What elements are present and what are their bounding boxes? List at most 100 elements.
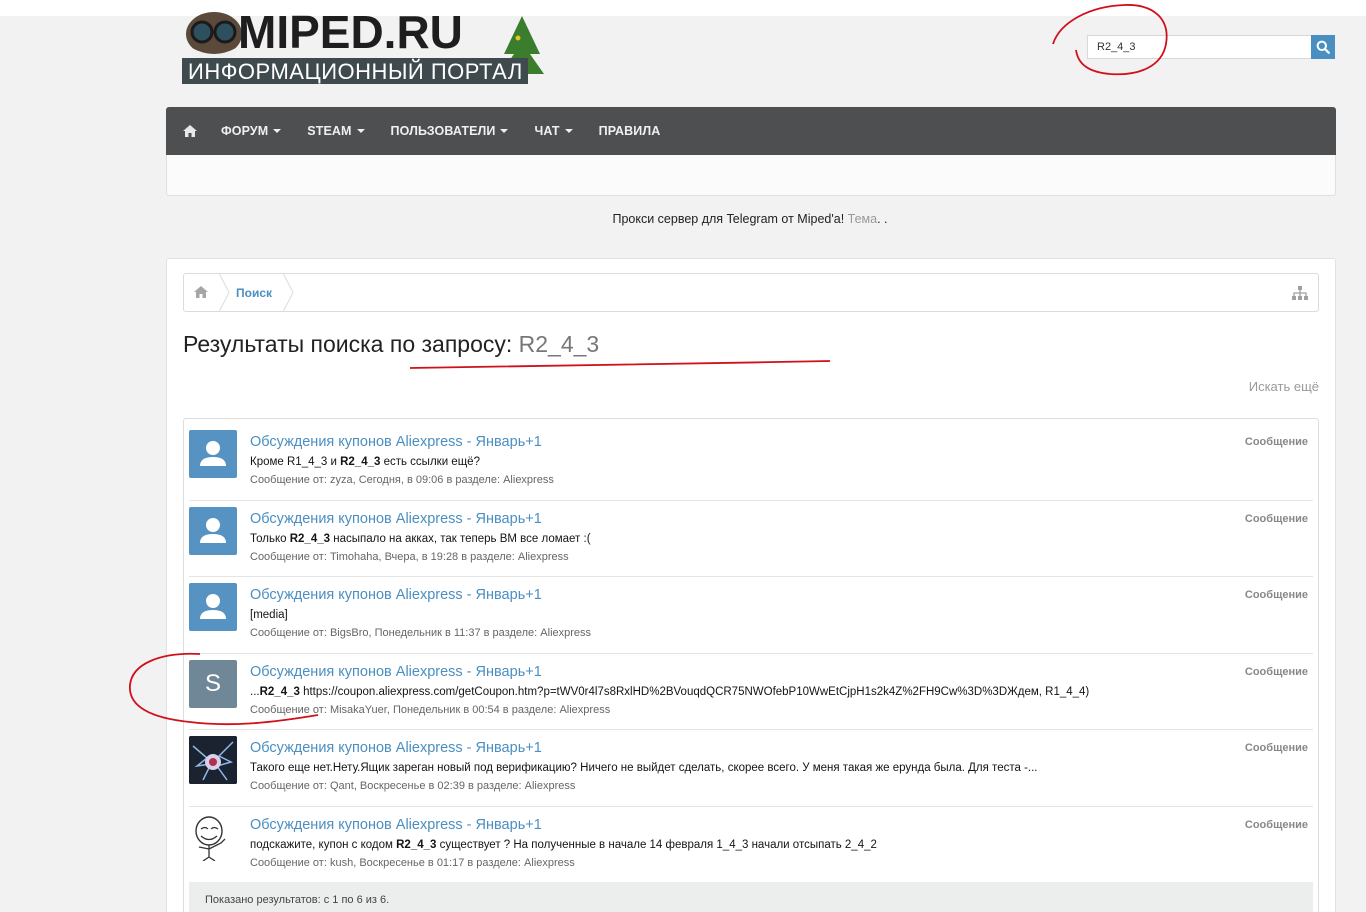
user-icon — [200, 441, 226, 466]
chevron-down-icon — [273, 129, 282, 133]
notice-banner: Прокси сервер для Telegram от Miped'a! Т… — [0, 212, 1366, 226]
avatar-image — [189, 812, 237, 861]
snippet-text: [media] — [250, 609, 288, 621]
nav-item-label: STEAM — [307, 124, 352, 138]
notice-text: Прокси сервер для Telegram от Miped'a! — [612, 212, 848, 226]
nav-home-button[interactable] — [178, 107, 202, 155]
nav-item-label: ФОРУМ — [221, 124, 269, 138]
section-link[interactable]: Aliexpress — [525, 780, 576, 792]
results-footer: Показано результатов: с 1 по 6 из 6. — [189, 882, 1313, 912]
meta-prefix: Сообщение от: — [250, 550, 330, 563]
section-link[interactable]: Aliexpress — [524, 857, 575, 869]
result-title[interactable]: Обсуждения купонов Aliexpress - Январь+1 — [250, 817, 542, 833]
meta-section-prefix: в разделе: — [499, 703, 560, 716]
chevron-down-icon — [564, 129, 573, 133]
breadcrumb-separator — [218, 273, 230, 312]
breadcrumb-search[interactable]: Поиск — [236, 286, 272, 300]
avatar[interactable] — [189, 430, 237, 478]
nav-item-forum[interactable]: ФОРУМ — [221, 124, 282, 138]
result-title[interactable]: Обсуждения купонов Aliexpress - Январь+1 — [250, 434, 542, 450]
nav-item-chat[interactable]: ЧАТ — [534, 124, 573, 138]
breadcrumb-home[interactable] — [194, 285, 208, 303]
result-item: S Обсуждения купонов Aliexpress - Январь… — [189, 653, 1313, 730]
result-type: Сообщение — [1244, 665, 1308, 678]
notice-suffix: . . — [877, 212, 888, 226]
search-more-link[interactable]: Искать ещё — [1249, 379, 1319, 394]
section-link[interactable]: Aliexpress — [540, 627, 591, 639]
avatar[interactable] — [189, 506, 237, 555]
avatar[interactable]: S — [189, 659, 237, 708]
meta-prefix: Сообщение от: — [250, 780, 330, 792]
result-type: Сообщение — [1244, 589, 1308, 601]
snippet-highlight: R2_4_3 — [289, 532, 331, 545]
notice-topic-link[interactable]: Тема — [848, 212, 877, 226]
author-link[interactable]: Timohaha — [330, 551, 379, 563]
search-button[interactable] — [1311, 35, 1335, 59]
author-link[interactable]: Qant — [330, 780, 354, 792]
site-logo[interactable]: MIPED.RU ИНФОРМАЦИОННЫЙ ПОРТАЛ — [182, 6, 548, 88]
result-title[interactable]: Обсуждения купонов Aliexpress - Январь+1 — [250, 664, 542, 680]
meta-section-prefix: в разделе: — [464, 856, 525, 869]
result-title[interactable]: Обсуждения купонов Aliexpress - Январь+1 — [250, 740, 542, 756]
result-snippet: подскажите, купон с кодом R2_4_3 существ… — [250, 839, 877, 851]
page-title: Результаты поиска по запросу: R2_4_3 — [183, 331, 599, 358]
avatar-letter: S — [204, 669, 221, 697]
avatar[interactable] — [189, 736, 237, 784]
page-title-prefix: Результаты поиска по запросу: — [183, 331, 519, 357]
search-results: Обсуждения купонов Aliexpress - Январь+1… — [183, 418, 1319, 912]
author-link[interactable]: kush — [330, 857, 353, 869]
search-input[interactable] — [1087, 35, 1311, 59]
search-icon — [1316, 40, 1330, 54]
result-meta: Сообщение от: kush, Воскресенье в 01:17 … — [250, 857, 575, 869]
nav-item-label: ПОЛЬЗОВАТЕЛИ — [390, 124, 496, 138]
result-snippet: Кроме R1_4_3 и R2_4_3 есть ссылки ещё? — [250, 456, 480, 468]
author-link[interactable]: BigsBro — [330, 627, 369, 639]
result-item: Обсуждения купонов Aliexpress - Январь+1… — [189, 424, 1313, 501]
snippet-text: Только — [250, 532, 290, 545]
post-date: , Понедельник в 00:54 — [386, 703, 500, 716]
breadcrumb: Поиск — [183, 273, 1319, 312]
avatar[interactable] — [189, 812, 237, 861]
chevron-down-icon — [356, 129, 365, 133]
section-link[interactable]: Aliexpress — [518, 551, 569, 563]
section-link[interactable]: Aliexpress — [559, 704, 610, 716]
snippet-text: есть ссылки ещё? — [380, 456, 480, 468]
result-type: Сообщение — [1244, 742, 1308, 754]
snippet-text: насыпало на акках, так теперь ВМ все лом… — [330, 532, 591, 545]
result-title[interactable]: Обсуждения купонов Aliexpress - Январь+1 — [250, 511, 542, 527]
author-link[interactable]: MisakaYuer — [330, 704, 387, 716]
sitemap-button[interactable] — [1292, 286, 1308, 305]
result-type: Сообщение — [1244, 436, 1308, 448]
logo-subtitle: ИНФОРМАЦИОННЫЙ ПОРТАЛ — [188, 59, 523, 84]
result-title[interactable]: Обсуждения купонов Aliexpress - Январь+1 — [250, 587, 542, 603]
avatar[interactable] — [189, 583, 237, 631]
result-meta: Сообщение от: Timohaha, Вчера, в 19:28 в… — [250, 551, 569, 563]
header-search — [1087, 35, 1335, 59]
sub-navbar — [166, 155, 1336, 196]
nav-item-label: ПРАВИЛА — [598, 124, 661, 138]
post-date: , Сегодня, в 09:06 — [352, 474, 444, 486]
result-meta: Сообщение от: MisakaYuer, Понедельник в … — [250, 704, 610, 716]
author-link[interactable]: zyza — [330, 474, 353, 486]
snippet-text: подскажите, купон с кодом — [250, 838, 397, 851]
result-type: Сообщение — [1244, 818, 1308, 831]
meta-section-prefix: в разделе: — [464, 780, 525, 792]
snippet-text: Кроме R1_4_3 и — [250, 456, 341, 468]
section-link[interactable]: Aliexpress — [503, 474, 554, 486]
result-meta: Сообщение от: BigsBro, Понедельник в 11:… — [250, 627, 591, 639]
meta-prefix: Сообщение от: — [250, 703, 330, 716]
logo-title: MIPED.RU — [238, 8, 463, 58]
result-type: Сообщение — [1244, 512, 1308, 525]
snippet-text: существует ? На полученные в начале 14 ф… — [436, 838, 877, 851]
nav-item-users[interactable]: ПОЛЬЗОВАТЕЛИ — [391, 124, 509, 138]
nav-item-label: ЧАТ — [534, 124, 560, 138]
snippet-highlight: R2_4_3 — [259, 685, 300, 698]
nav-item-steam[interactable]: STEAM — [307, 124, 365, 138]
result-item: Обсуждения купонов Aliexpress - Январь+1… — [189, 730, 1313, 807]
meta-section-prefix: в разделе: — [480, 627, 541, 639]
result-snippet: Такого еще нет.Нету.Ящик зареган новый п… — [250, 762, 1038, 774]
result-item: Обсуждения купонов Aliexpress - Январь+1… — [189, 500, 1313, 577]
snippet-highlight: R2_4_3 — [340, 456, 381, 468]
snippet-text: https://coupon.aliexpress.com/getCoupon.… — [299, 685, 1090, 698]
nav-item-rules[interactable]: ПРАВИЛА — [599, 124, 661, 138]
